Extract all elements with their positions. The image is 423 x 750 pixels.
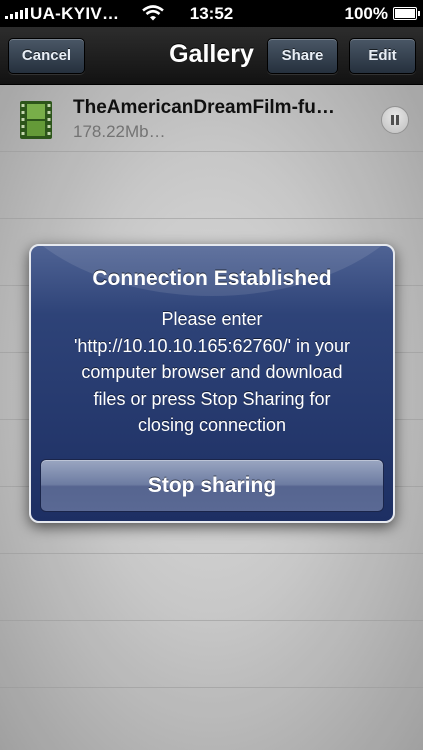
battery-percent: 100% — [344, 4, 388, 23]
alert-title: Connection Established — [92, 267, 332, 290]
status-bar: UA-KYIV… 13:52 100% — [0, 0, 423, 27]
alert-message: Please enter 'http://10.10.10.165:62760/… — [73, 309, 351, 435]
stop-sharing-button[interactable]: Stop sharing — [40, 459, 384, 512]
edit-button[interactable]: Edit — [349, 38, 416, 74]
navigation-bar: Cancel Gallery Share Edit — [0, 27, 423, 85]
battery-icon — [393, 7, 420, 20]
share-button[interactable]: Share — [267, 38, 338, 74]
connection-alert: Connection Established Please enter 'htt… — [29, 244, 395, 523]
